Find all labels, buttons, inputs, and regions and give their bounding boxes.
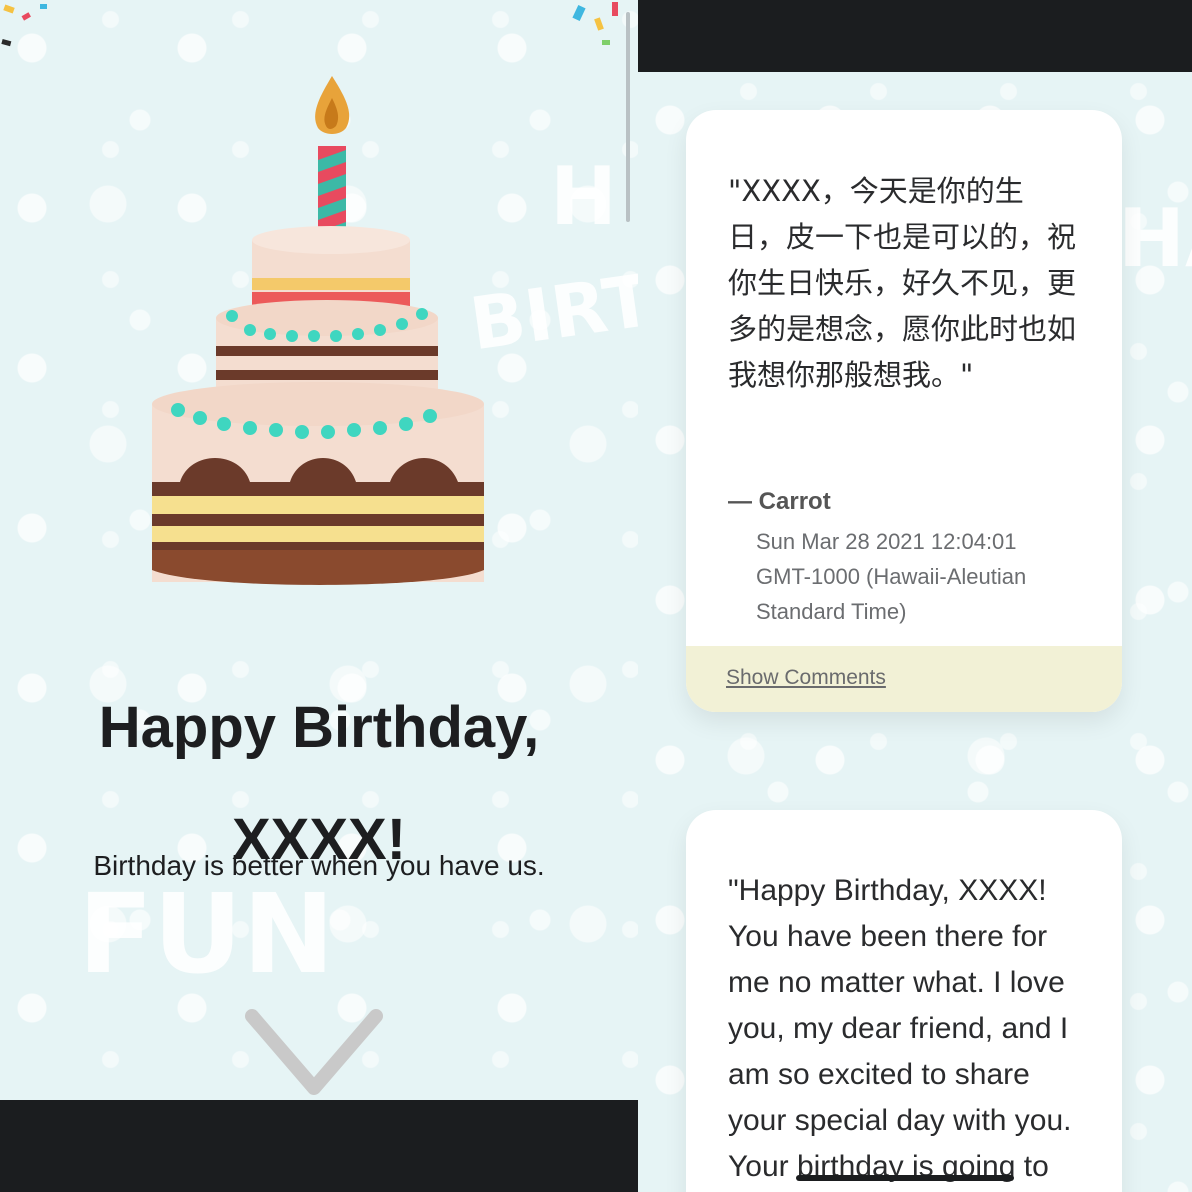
dark-frame-bottom [0, 1100, 618, 1192]
message-card: "Happy Birthday, XXXX! You have been the… [686, 810, 1122, 1192]
dark-frame-top [638, 0, 1192, 72]
message-timestamp: Sun Mar 28 2021 12:04:01 GMT-1000 (Hawai… [756, 529, 1027, 624]
birthday-cake-illustration [152, 76, 484, 585]
scrollbar[interactable] [626, 12, 630, 222]
scroll-down-button[interactable] [244, 1006, 384, 1098]
headline-line-1: Happy Birthday, [98, 695, 540, 760]
home-indicator[interactable] [796, 1175, 1014, 1181]
card-footer: Show Comments [686, 646, 1122, 712]
page-subtitle: Birthday is better when you have us. [93, 850, 545, 881]
chevron-down-icon [245, 1009, 383, 1095]
doodle-decoration: HA [1118, 192, 1192, 285]
message-quote: "Happy Birthday, XXXX! You have been the… [728, 874, 1072, 1183]
doodle-decoration: H [550, 150, 617, 243]
message-quote: "XXXX，今天是你的生日，皮一下也是可以的，祝你生日快乐，好久不见，更多的是想… [728, 174, 1077, 392]
birthday-landing-page: BIRT FUN H Happy Birthday, XXXX! Birthda… [0, 0, 638, 1100]
confetti-decoration [1, 2, 618, 47]
messages-page: HA "XXXX，今天是你的生日，皮一下也是可以的，祝你生日快乐，好久不见，更多… [638, 72, 1192, 1192]
show-comments-link[interactable]: Show Comments [726, 666, 886, 690]
message-author: — Carrot [728, 488, 831, 515]
message-card: "XXXX，今天是你的生日，皮一下也是可以的，祝你生日快乐，好久不见，更多的是想… [686, 110, 1122, 712]
